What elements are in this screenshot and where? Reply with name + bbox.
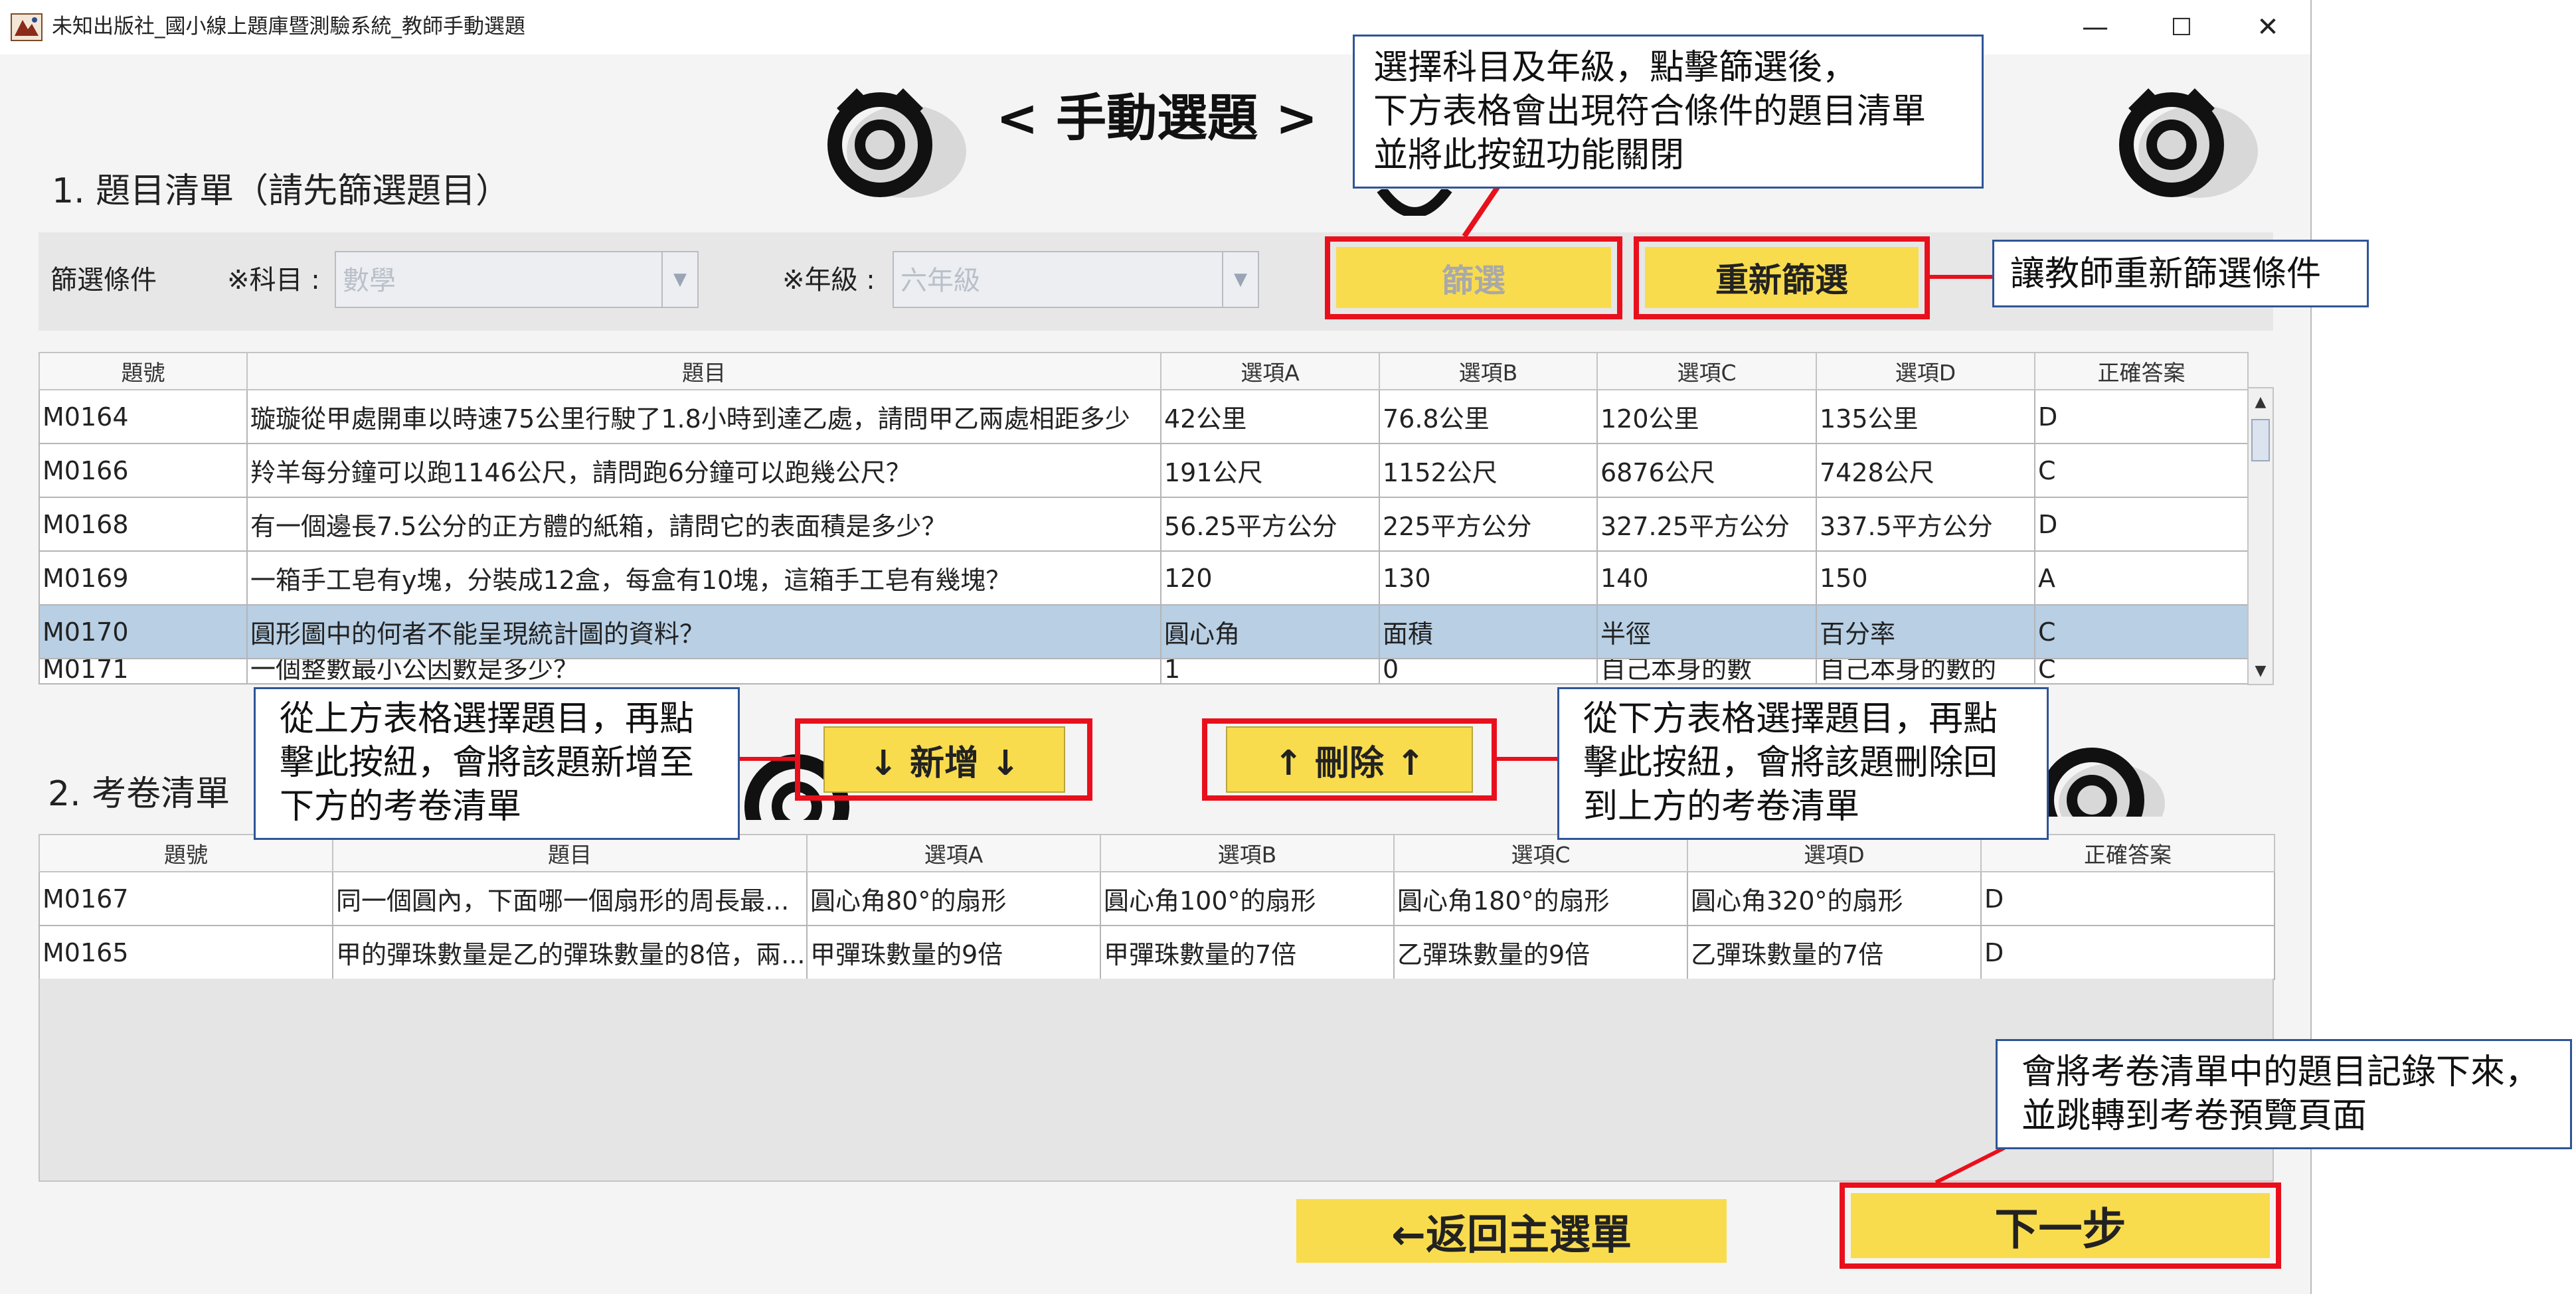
callout-line: 擊此按紐，會將該題新增至 bbox=[280, 743, 695, 783]
connector-line bbox=[1462, 185, 1500, 238]
add-callout: 從上方表格選擇題目，再點 擊此按紐，會將該題新增至 下方的考卷清單 bbox=[254, 687, 740, 840]
callout-line: 從下方表格選擇題目，再點 bbox=[1583, 699, 1998, 739]
refilter-callout: 讓教師重新篩選條件 bbox=[1992, 240, 2369, 307]
callout-line: 並跳轉到考卷預覽頁面 bbox=[2021, 1096, 2367, 1136]
next-callout: 會將考卷清單中的題目記錄下來， 並跳轉到考卷預覽頁面 bbox=[1996, 1039, 2572, 1149]
callout-line: 下方的考卷清單 bbox=[280, 787, 522, 827]
callout-line: 從上方表格選擇題目，再點 bbox=[280, 699, 695, 739]
connector-line bbox=[1934, 1146, 2006, 1184]
callout-line: 讓教師重新篩選條件 bbox=[2010, 254, 2322, 294]
callout-line: 並將此按鈕功能關閉 bbox=[1373, 135, 1685, 175]
filter-callout: 選擇科目及年級，點擊篩選後， 下方表格會出現符合條件的題目清單 並將此按鈕功能關… bbox=[1353, 35, 1984, 189]
callout-line: 擊此按紐，會將該題刪除回 bbox=[1583, 743, 1998, 783]
callout-line: 選擇科目及年級，點擊篩選後， bbox=[1373, 48, 1857, 88]
callout-line: 到上方的考卷清單 bbox=[1583, 787, 1860, 827]
callout-line: 會將考卷清單中的題目記錄下來， bbox=[2021, 1052, 2540, 1092]
callout-line: 下方表格會出現符合條件的題目清單 bbox=[1373, 92, 1927, 131]
delete-callout: 從下方表格選擇題目，再點 擊此按紐，會將該題刪除回 到上方的考卷清單 bbox=[1557, 687, 2049, 840]
